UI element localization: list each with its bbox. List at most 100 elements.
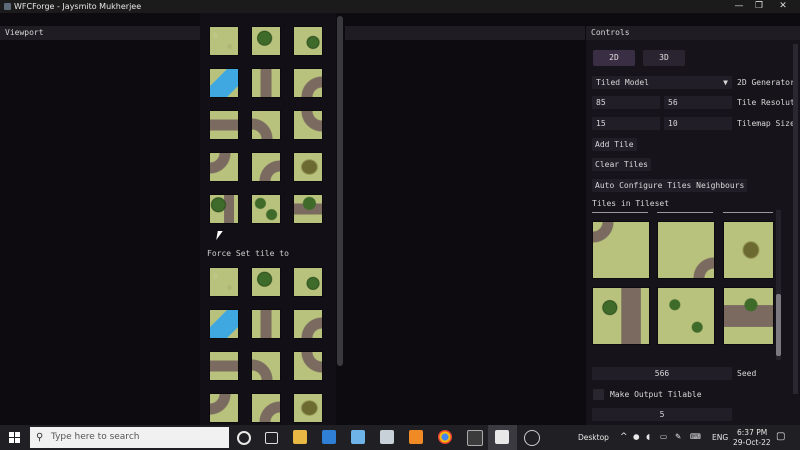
palette-tile[interactable]	[209, 194, 239, 224]
seed-label: Seed	[737, 369, 757, 378]
auto-configure-button[interactable]: Auto Configure Tiles Neighbours	[592, 179, 748, 192]
app-icon	[4, 3, 11, 10]
controls-scrollbar[interactable]	[793, 44, 798, 394]
force-tile[interactable]	[251, 393, 281, 423]
network-icon[interactable]: ▭	[660, 432, 667, 442]
tab-3d[interactable]: 3D	[643, 50, 685, 66]
tileset-tile[interactable]	[723, 221, 774, 279]
viewport-title: Viewport	[5, 28, 44, 37]
tileset-divider	[592, 212, 648, 213]
windows-start-icon[interactable]	[9, 432, 20, 443]
force-set-label: Force Set tile to	[207, 249, 289, 258]
seed-input[interactable]: 566	[592, 367, 732, 380]
tile-res-y-input[interactable]: 56	[664, 96, 732, 109]
force-tile[interactable]	[293, 351, 323, 381]
force-tile[interactable]	[293, 309, 323, 339]
maximize-button[interactable]: ❐	[748, 0, 770, 13]
controls-title: Controls	[591, 28, 630, 37]
controls-header: Controls	[586, 26, 800, 40]
tileset-tile[interactable]	[657, 221, 715, 279]
tilemap-h-input[interactable]: 10	[664, 117, 732, 130]
palette-tile[interactable]	[209, 152, 239, 182]
tileset-tile[interactable]	[592, 221, 650, 279]
tileset-tile[interactable]	[723, 287, 774, 345]
language-indicator[interactable]: ENG	[712, 433, 728, 443]
wfcforge-taskbar-icon[interactable]	[495, 430, 509, 444]
force-tile[interactable]	[251, 309, 281, 339]
palette-tile[interactable]	[293, 68, 323, 98]
model-select-value: Tiled Model	[596, 78, 649, 87]
tray-icon-2[interactable]: ⌨	[690, 432, 701, 442]
terminal-icon[interactable]	[467, 430, 483, 446]
tray-chevron-icon[interactable]: ^	[620, 432, 628, 442]
palette-tile[interactable]	[209, 68, 239, 98]
tiles-in-tileset-label: Tiles in Tileset	[592, 199, 670, 208]
force-tile[interactable]	[209, 351, 239, 381]
mail-icon[interactable]	[322, 430, 336, 444]
palette-tile[interactable]	[293, 110, 323, 140]
tileset-scroll-thumb[interactable]	[776, 294, 781, 356]
tileset-tile[interactable]	[592, 287, 650, 345]
palette-tile[interactable]	[293, 152, 323, 182]
make-tilable-checkbox[interactable]	[593, 389, 604, 400]
palette-tile[interactable]	[251, 110, 281, 140]
tilemap-size-label: Tilemap Size	[737, 119, 795, 128]
force-tile[interactable]	[209, 393, 239, 423]
app-icon-3[interactable]	[524, 430, 540, 446]
viewport-header-extension	[345, 26, 585, 40]
window-titlebar: WFCForge - Jaysmito Mukherjee — ❐ ✕	[0, 0, 800, 13]
dropdown-arrow-icon: ▼	[723, 78, 728, 87]
task-view-icon[interactable]	[265, 432, 278, 444]
pen-icon[interactable]: ✎	[675, 432, 681, 442]
volume-icon[interactable]: ◖	[646, 432, 650, 442]
taskbar-search-box[interactable]: ⚲ Type here to search	[30, 427, 229, 448]
force-tile[interactable]	[209, 309, 239, 339]
search-icon: ⚲	[36, 432, 44, 443]
chrome-icon[interactable]	[438, 430, 452, 444]
notifications-icon[interactable]: ▢	[776, 432, 785, 442]
force-tile[interactable]	[293, 393, 323, 423]
window-title: WFCForge - Jaysmito Mukherjee	[14, 2, 142, 11]
value-input[interactable]: 5	[592, 408, 732, 421]
tray-icon-1[interactable]: ●	[633, 432, 640, 442]
viewport-panel[interactable]: Viewport	[0, 26, 200, 425]
cortana-icon[interactable]	[237, 431, 251, 445]
app-icon-2[interactable]	[380, 430, 394, 444]
palette-tile[interactable]	[251, 152, 281, 182]
minimize-button[interactable]: —	[728, 0, 750, 13]
app-icon-1[interactable]	[351, 430, 365, 444]
add-tile-button[interactable]: Add Tile	[592, 138, 637, 151]
force-tile[interactable]	[209, 267, 239, 297]
viewport-header: Viewport	[0, 26, 200, 40]
model-select[interactable]: Tiled Model ▼	[592, 76, 732, 89]
file-explorer-icon[interactable]	[293, 430, 307, 444]
palette-tile[interactable]	[293, 194, 323, 224]
taskbar: ⚲ Type here to search Desktop ^ ● ◖ ▭ ✎ …	[0, 425, 800, 450]
tile-res-label: Tile Resolut	[737, 98, 795, 107]
palette-tile[interactable]	[209, 110, 239, 140]
sublime-icon[interactable]	[409, 430, 423, 444]
search-placeholder: Type here to search	[51, 432, 140, 442]
palette-scrollbar[interactable]	[337, 16, 343, 366]
palette-tile[interactable]	[251, 68, 281, 98]
palette-tile[interactable]	[293, 26, 323, 56]
tileset-divider	[657, 212, 713, 213]
force-tile[interactable]	[251, 267, 281, 297]
make-tilable-label: Make Output Tilable	[610, 390, 702, 399]
clear-tiles-button[interactable]: Clear Tiles	[592, 158, 651, 171]
palette-tile[interactable]	[251, 26, 281, 56]
clock-date[interactable]: 29-Oct-22	[733, 438, 771, 448]
tile-res-x-input[interactable]: 85	[592, 96, 660, 109]
tab-2d[interactable]: 2D	[593, 50, 635, 66]
tileset-tile[interactable]	[657, 287, 715, 345]
tileset-divider	[723, 212, 773, 213]
close-button[interactable]: ✕	[772, 0, 794, 13]
palette-tile[interactable]	[251, 194, 281, 224]
tilemap-w-input[interactable]: 15	[592, 117, 660, 130]
clock-time[interactable]: 6:37 PM	[737, 428, 767, 438]
force-tile[interactable]	[293, 267, 323, 297]
palette-tile[interactable]	[209, 26, 239, 56]
viewport-area-right	[345, 26, 585, 425]
force-tile[interactable]	[251, 351, 281, 381]
desktop-label[interactable]: Desktop	[578, 433, 609, 443]
